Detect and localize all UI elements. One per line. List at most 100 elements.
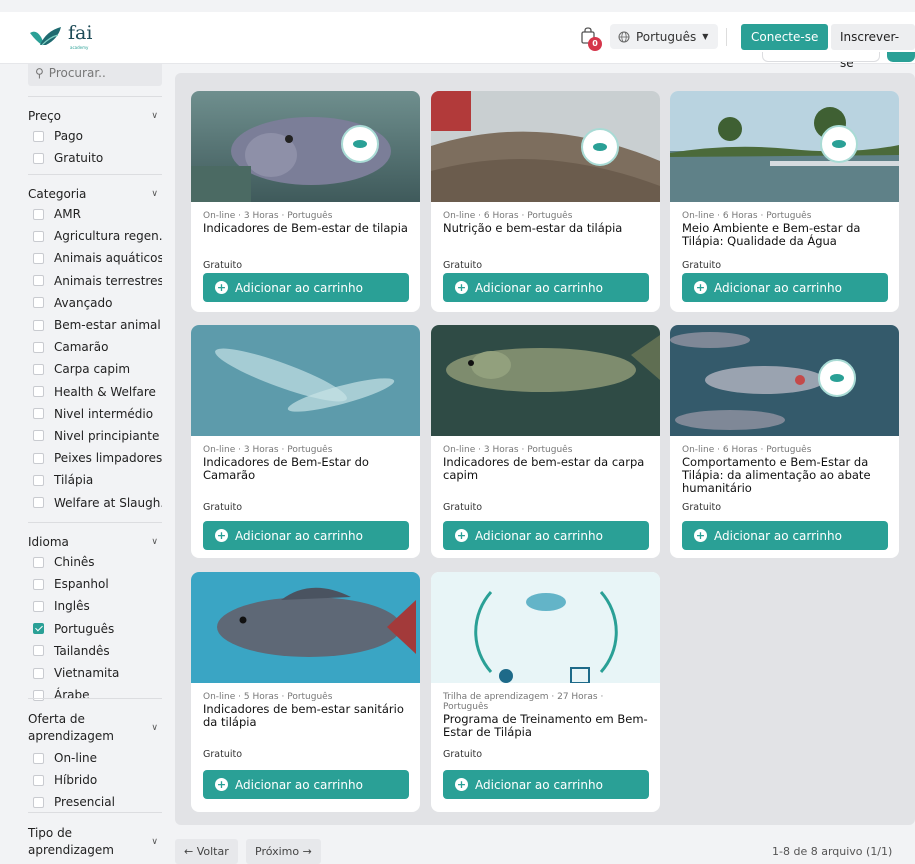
filter-checkbox[interactable] — [33, 645, 44, 657]
course-title[interactable]: Indicadores de Bem-Estar do Camarão — [191, 455, 420, 482]
filter-group-header[interactable]: Preço ∨ — [28, 97, 162, 123]
prev-page-button[interactable]: ← Voltar — [175, 839, 238, 864]
filter-option[interactable]: Híbrido — [28, 769, 162, 791]
filter-checkbox[interactable] — [33, 452, 44, 464]
course-card[interactable]: On-line · 6 Horas · Português Nutrição e … — [431, 91, 660, 312]
filter-option[interactable]: Vietnamita — [28, 662, 162, 684]
search-input[interactable]: ⚲ Procurar.. — [28, 64, 162, 86]
add-to-cart-button[interactable]: + Adicionar ao carrinho — [443, 521, 649, 550]
add-to-cart-button[interactable]: + Adicionar ao carrinho — [203, 521, 409, 550]
filter-option[interactable]: AMR — [28, 203, 162, 225]
filter-option[interactable]: Bem-estar animal — [28, 314, 162, 336]
filter-group-header[interactable]: Categoria ∨ — [28, 175, 162, 201]
course-thumbnail[interactable] — [431, 572, 660, 683]
filter-checkbox[interactable] — [33, 208, 44, 220]
filter-group-header[interactable]: Oferta de aprendizagem ∨ — [28, 699, 162, 745]
filter-option[interactable]: Avançado — [28, 292, 162, 314]
course-thumbnail[interactable] — [191, 91, 420, 202]
filter-checkbox[interactable] — [33, 774, 44, 786]
filter-checkbox[interactable] — [33, 130, 44, 142]
add-to-cart-button[interactable]: + Adicionar ao carrinho — [203, 273, 409, 302]
course-card[interactable]: On-line · 3 Horas · Português Indicadores… — [191, 325, 420, 558]
filter-checkbox[interactable] — [33, 363, 44, 375]
course-card[interactable]: On-line · 5 Horas · Português Indicadores… — [191, 572, 420, 812]
filter-checkbox[interactable] — [33, 408, 44, 420]
filter-option[interactable]: Animais terrestres — [28, 270, 162, 292]
fai-logo[interactable]: fai academy — [28, 22, 92, 50]
filter-checkbox[interactable] — [33, 230, 44, 242]
course-title[interactable]: Indicadores de bem-estar da carpa capim — [431, 455, 660, 482]
filter-checkbox[interactable] — [33, 430, 44, 442]
filter-checkbox[interactable] — [33, 600, 44, 612]
language-selector[interactable]: Português ▼ — [610, 24, 719, 49]
login-button[interactable]: Conecte-se — [741, 24, 829, 50]
filter-option[interactable]: Espanhol — [28, 573, 162, 595]
filter-option-label: Peixes limpadores — [54, 451, 162, 466]
course-thumbnail[interactable] — [431, 91, 660, 202]
filter-option[interactable]: Inglês — [28, 595, 162, 617]
add-to-cart-button[interactable]: + Adicionar ao carrinho — [203, 770, 409, 799]
view-toggle-button[interactable] — [887, 52, 915, 62]
filter-checkbox[interactable] — [33, 252, 44, 264]
filter-checkbox[interactable] — [33, 341, 44, 353]
course-title[interactable]: Indicadores de Bem-estar de tilapia — [191, 221, 420, 235]
add-to-cart-button[interactable]: + Adicionar ao carrinho — [443, 273, 649, 302]
filter-option[interactable]: Gratuito — [28, 147, 162, 169]
filter-checkbox[interactable] — [33, 319, 44, 331]
filter-option[interactable]: Tilápia — [28, 469, 162, 491]
add-to-cart-button[interactable]: + Adicionar ao carrinho — [682, 521, 888, 550]
filter-option[interactable]: Carpa capim — [28, 358, 162, 380]
filter-checkbox[interactable] — [33, 297, 44, 309]
filter-option-label: Nivel principiante — [54, 428, 160, 443]
course-card[interactable]: On-line · 3 Horas · Português Indicadores… — [431, 325, 660, 558]
add-to-cart-button[interactable]: + Adicionar ao carrinho — [443, 770, 649, 799]
filter-option[interactable]: Animais aquáticos — [28, 247, 162, 269]
course-card[interactable]: On-line · 6 Horas · Português Meio Ambien… — [670, 91, 899, 312]
course-card[interactable]: Trilha de aprendizagem · 27 Horas · Port… — [431, 572, 660, 812]
filter-option[interactable]: Welfare at Slaugh... — [28, 491, 162, 513]
course-title[interactable]: Programa de Treinamento em Bem-Estar de … — [431, 712, 660, 739]
course-title[interactable]: Comportamento e Bem-Estar da Tilápia: da… — [670, 455, 899, 495]
course-thumbnail[interactable] — [431, 325, 660, 436]
filter-option[interactable]: Português — [28, 618, 162, 640]
filter-option[interactable]: Pago — [28, 125, 162, 147]
course-thumbnail[interactable] — [670, 325, 899, 436]
course-title[interactable]: Nutrição e bem-estar da tilápia — [431, 221, 660, 235]
course-thumbnail[interactable] — [191, 325, 420, 436]
filter-option[interactable]: Tailandês — [28, 640, 162, 662]
filter-option[interactable]: Presencial — [28, 791, 162, 813]
filter-option[interactable]: Agricultura regen... — [28, 225, 162, 247]
filter-option[interactable]: Camarão — [28, 336, 162, 358]
filter-checkbox[interactable] — [33, 386, 44, 398]
register-button[interactable]: Inscrever-se — [831, 24, 915, 70]
filter-option[interactable]: Peixes limpadores — [28, 447, 162, 469]
filter-checkbox[interactable] — [33, 474, 44, 486]
filter-group-title: Tipo de aprendizagem — [28, 826, 114, 857]
filter-group-header[interactable]: Idioma ∨ — [28, 523, 162, 549]
sort-control[interactable] — [762, 52, 880, 62]
filter-option[interactable]: Chinês — [28, 551, 162, 573]
add-to-cart-button[interactable]: + Adicionar ao carrinho — [682, 273, 888, 302]
course-thumbnail[interactable] — [191, 572, 420, 683]
filter-group-header[interactable]: Tipo de aprendizagem ∨ — [28, 813, 162, 859]
course-title[interactable]: Indicadores de bem-estar sanitário da ti… — [191, 702, 420, 729]
course-thumbnail[interactable] — [670, 91, 899, 202]
filter-option[interactable]: On-line — [28, 747, 162, 769]
next-page-button[interactable]: Próximo → — [246, 839, 321, 864]
filter-checkbox[interactable] — [33, 667, 44, 679]
filter-option[interactable]: Health & Welfare — [28, 381, 162, 403]
filter-checkbox[interactable] — [33, 275, 44, 287]
filter-checkbox[interactable] — [33, 796, 44, 808]
filter-checkbox[interactable] — [33, 497, 44, 509]
filter-option[interactable]: Nivel intermédio — [28, 403, 162, 425]
course-card[interactable]: On-line · 6 Horas · Português Comportamen… — [670, 325, 899, 558]
filter-checkbox[interactable] — [33, 578, 44, 590]
course-title[interactable]: Meio Ambiente e Bem-estar da Tilápia: Qu… — [670, 221, 899, 248]
cart-button[interactable]: 0 — [581, 27, 602, 51]
filter-checkbox[interactable] — [33, 623, 44, 635]
course-card[interactable]: On-line · 3 Horas · Português Indicadores… — [191, 91, 420, 312]
filter-checkbox[interactable] — [33, 152, 44, 164]
filter-checkbox[interactable] — [33, 752, 44, 764]
filter-option[interactable]: Nivel principiante — [28, 425, 162, 447]
filter-checkbox[interactable] — [33, 556, 44, 568]
